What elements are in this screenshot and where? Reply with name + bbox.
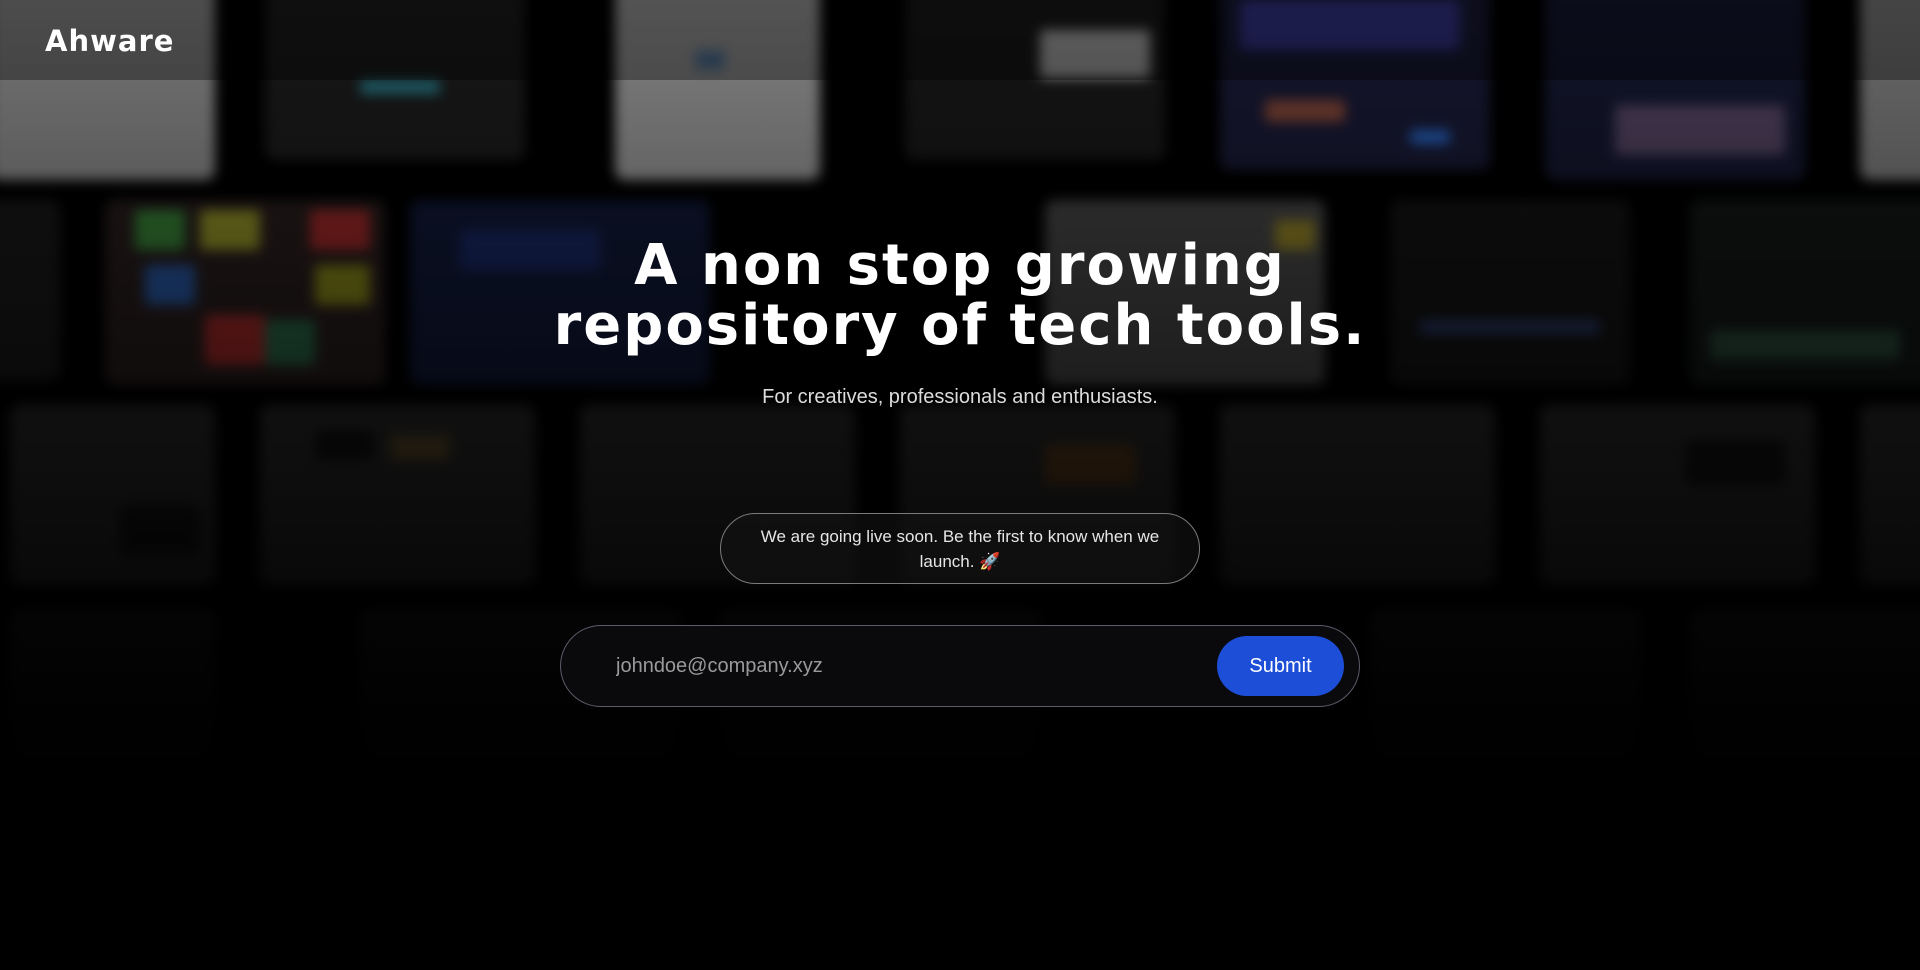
launch-notice-badge: We are going live soon. Be the first to … — [720, 513, 1200, 584]
hero-headline: A non stop growing repository of tech to… — [0, 236, 1920, 356]
launch-notice-text: We are going live soon. Be the first to … — [760, 526, 1160, 571]
background-fade-overlay — [0, 0, 1920, 970]
hero-section: A non stop growing repository of tech to… — [0, 236, 1920, 409]
header-bar — [0, 0, 1920, 80]
email-input[interactable] — [616, 641, 1217, 691]
signup-form: Submit — [560, 625, 1360, 707]
brand-logo[interactable]: Ahware — [45, 24, 174, 58]
headline-line-2: repository of tech tools. — [553, 293, 1367, 358]
landing-page: Ahware A non stop growing repository of … — [0, 0, 1920, 970]
hero-subtitle: For creatives, professionals and enthusi… — [762, 386, 1158, 408]
submit-button[interactable]: Submit — [1217, 636, 1344, 696]
headline-line-1: A non stop growing — [634, 233, 1286, 298]
